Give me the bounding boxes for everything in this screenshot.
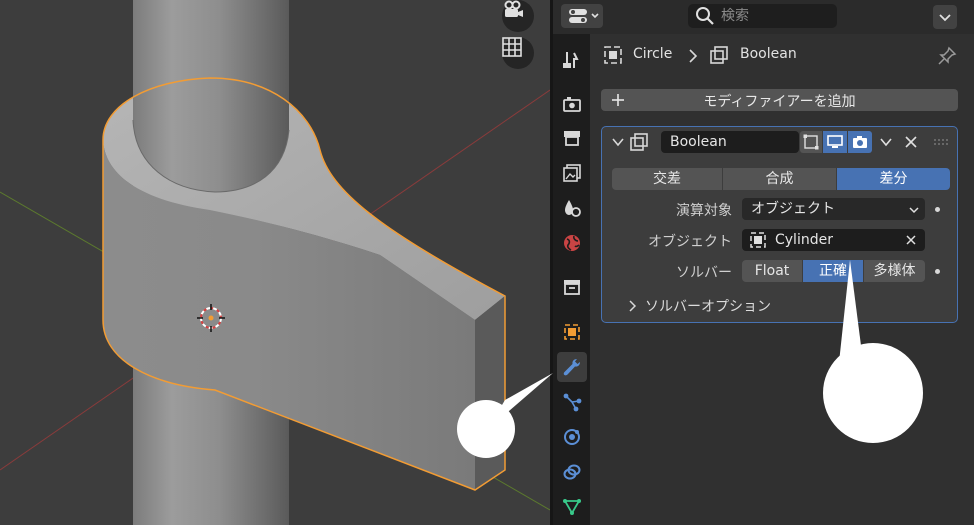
tab-modifiers[interactable] [557, 352, 587, 382]
breadcrumb-object: Circle [633, 46, 673, 62]
tab-particles[interactable] [557, 387, 587, 417]
add-modifier-button[interactable]: モディファイアーを追加 [601, 89, 958, 111]
edit-mode-toggle[interactable] [800, 131, 822, 153]
chevron-down-icon [939, 14, 951, 22]
tab-physics[interactable] [557, 422, 587, 452]
solver-exact[interactable]: 正確 [803, 260, 863, 282]
tab-collection[interactable] [557, 272, 587, 302]
3d-viewport[interactable] [0, 0, 550, 525]
tab-output[interactable] [557, 123, 587, 153]
breadcrumb-modifier: Boolean [740, 46, 797, 62]
edit-mode-icon [803, 134, 819, 150]
chevron-down-icon[interactable] [879, 135, 893, 149]
viewport-display-toggle[interactable] [823, 131, 847, 153]
solver-float[interactable]: Float [742, 260, 802, 282]
tab-view-layer[interactable] [557, 158, 587, 188]
object-icon [750, 232, 766, 248]
operand-label: 演算対象 [676, 203, 732, 219]
modifier-name-field[interactable]: Boolean [661, 131, 799, 153]
search-icon [696, 7, 714, 25]
tab-tool[interactable] [557, 45, 587, 75]
particles-icon [563, 393, 582, 412]
drag-handle-icon[interactable] [933, 138, 949, 146]
camera-icon [853, 136, 867, 148]
view-layer-icon [563, 164, 581, 182]
search-placeholder: 検索 [721, 8, 749, 24]
properties-editor: 検索 Circle Boolean モディファイアーを追加 Boolean 交差… [553, 0, 974, 525]
object-icon [564, 324, 580, 340]
tab-object[interactable] [557, 317, 587, 347]
object-icon [604, 46, 622, 64]
tab-render[interactable] [557, 89, 587, 119]
perspective-grid-button[interactable] [502, 37, 534, 69]
constraints-icon [563, 464, 581, 480]
bracket-end-face [475, 296, 505, 490]
tool-icon [563, 52, 579, 68]
mesh-data-icon [563, 499, 581, 515]
boolean-modifier-icon [710, 46, 728, 64]
search-input[interactable]: 検索 [688, 4, 837, 28]
monitor-icon [827, 135, 843, 148]
object-field-value: Cylinder [775, 232, 833, 248]
properties-header: 検索 [553, 0, 974, 34]
tab-data[interactable] [557, 491, 587, 521]
viewport-scene [0, 0, 550, 525]
animate-property-dot[interactable] [935, 269, 940, 274]
render-toggle[interactable] [848, 131, 872, 153]
output-icon [564, 131, 580, 146]
close-icon[interactable] [904, 135, 918, 149]
solver-manifold[interactable]: 多様体 [864, 260, 925, 282]
properties-tab-bar [553, 34, 590, 525]
camera-icon [504, 0, 523, 17]
modifier-properties: Circle Boolean モディファイアーを追加 Boolean 交差 合成… [590, 34, 974, 525]
animate-property-dot[interactable] [935, 207, 940, 212]
grid-icon [502, 37, 522, 57]
operation-difference[interactable]: 差分 [837, 168, 950, 190]
operation-intersect[interactable]: 交差 [612, 168, 722, 190]
options-dropdown-button[interactable] [933, 5, 957, 29]
collapse-chevron-icon[interactable] [611, 135, 625, 149]
pin-icon[interactable] [937, 46, 957, 66]
editor-type-button[interactable] [561, 4, 603, 28]
world-icon [564, 235, 580, 251]
solver-options-label: ソルバーオプション [645, 299, 771, 315]
render-icon [563, 97, 581, 112]
collection-icon [564, 280, 580, 295]
object-label: オブジェクト [648, 234, 732, 250]
wrench-icon [563, 359, 580, 376]
camera-view-button[interactable] [502, 0, 534, 32]
clear-icon[interactable] [905, 234, 917, 246]
operand-type-value: オブジェクト [751, 201, 835, 217]
object-field[interactable]: Cylinder [742, 229, 925, 251]
chevron-right-icon [689, 49, 698, 63]
chevron-down-icon [909, 207, 919, 214]
physics-icon [564, 429, 580, 445]
modifier-name-value: Boolean [670, 134, 727, 150]
scene-icon [565, 200, 581, 217]
boolean-modifier-panel: Boolean 交差 合成 差分 演算対象 オブジェクト オブジェクト Cyli… [601, 126, 958, 323]
operation-union[interactable]: 合成 [723, 168, 836, 190]
chevron-right-icon [629, 300, 637, 312]
editor-type-icon [569, 9, 599, 23]
tab-world[interactable] [557, 228, 587, 258]
operand-type-select[interactable]: オブジェクト [742, 198, 925, 220]
tab-scene[interactable] [557, 193, 587, 223]
solver-options-subpanel[interactable]: ソルバーオプション [612, 293, 942, 317]
tab-constraints[interactable] [557, 457, 587, 487]
solver-label: ソルバー [676, 265, 732, 281]
boolean-modifier-icon [630, 133, 648, 151]
add-modifier-label: モディファイアーを追加 [703, 94, 856, 110]
